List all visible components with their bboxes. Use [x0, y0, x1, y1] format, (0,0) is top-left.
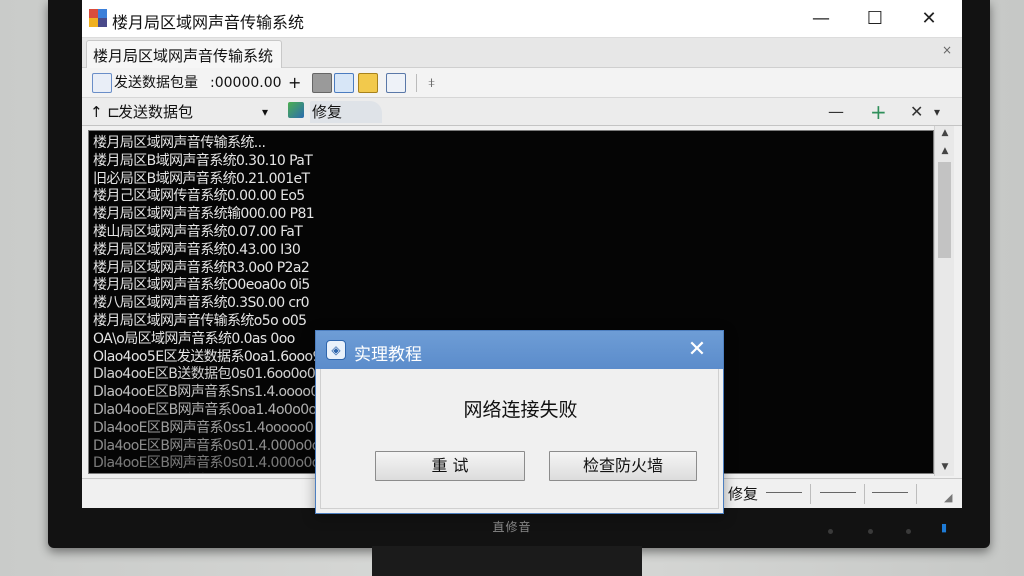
console-line: 楼月局区域网声音传输系统o5o o05: [93, 312, 307, 329]
scroll-up-arrow[interactable]: ▲: [935, 146, 955, 156]
equalizer-icon[interactable]: ⧧: [428, 72, 435, 94]
document-close-icon[interactable]: ×: [942, 43, 952, 57]
send-packet-icon[interactable]: [92, 73, 112, 93]
folder-icon[interactable]: [358, 73, 378, 93]
document-icon[interactable]: [312, 73, 332, 93]
scroll-down-arrow[interactable]: ▼: [935, 462, 955, 472]
console-line: 楼月局区域网声音传输系统...: [93, 135, 266, 151]
maximize-button[interactable]: ☐: [852, 4, 898, 34]
bezel-button[interactable]: [828, 529, 833, 534]
console-line: 楼山局区域网声音系统0.07.00 FaT: [93, 223, 303, 240]
panel-add-button[interactable]: +: [870, 101, 887, 123]
add-icon[interactable]: +: [288, 72, 301, 94]
repair-icon: [288, 102, 304, 118]
send-packet-count-label: 发送数据包量: [114, 75, 198, 91]
dialog-body: 网络连接失败 重 试 检查防火墙: [320, 369, 719, 509]
document-tab[interactable]: 楼月局区域网声音传输系统: [86, 40, 283, 68]
panel-minimize-button[interactable]: —: [828, 101, 844, 123]
dialog-titlebar[interactable]: ◈ 实理教程 ✕: [316, 331, 723, 369]
send-packet-label: 发送数据包: [118, 103, 194, 121]
status-repair-label: 修复: [728, 485, 759, 503]
chevron-down-icon[interactable]: ▾: [262, 101, 268, 123]
retry-button[interactable]: 重 试: [375, 451, 525, 481]
check-firewall-button[interactable]: 检查防火墙: [549, 451, 697, 481]
monitor-stand: [372, 546, 642, 576]
bezel-button[interactable]: [906, 529, 911, 534]
toolbar: 发送数据包量 :00000.00 + ⧧: [82, 68, 962, 98]
status-divider: [810, 484, 811, 504]
scroll-up-arrow[interactable]: ▲: [935, 128, 955, 138]
console-line: 楼月局区域网声音系统输000.00 P81: [93, 206, 315, 223]
panel-close-button[interactable]: ✕: [910, 101, 923, 123]
status-divider: [864, 484, 865, 504]
app-icon: [89, 9, 107, 27]
dialog-message: 网络连接失败: [463, 399, 578, 421]
status-divider: [916, 484, 917, 504]
status-segment: [766, 492, 802, 493]
window-title: 楼月局区域网声音传输系统: [112, 13, 305, 32]
console-line: 楼八局区域网声音系统0.3S0.00 cr0: [93, 295, 310, 312]
panel-close-dropdown[interactable]: ▾: [934, 101, 940, 123]
panel-bar: ↑ ⊏ 发送数据包 ▾ 修复 — + ✕ ▾: [82, 98, 962, 126]
send-packet-count-value: :00000.00: [210, 75, 282, 91]
dialog-title: 实理教程: [354, 345, 422, 365]
error-dialog: ◈ 实理教程 ✕ 网络连接失败 重 试 检查防火墙: [315, 330, 724, 514]
close-button[interactable]: ✕: [906, 4, 952, 34]
repair-tab[interactable]: 修复: [310, 101, 383, 123]
console-line: 楼月局区域网声音系统O0eoa0o 0i5: [93, 277, 310, 294]
clipboard-icon[interactable]: [386, 73, 406, 93]
panel-pin-icon[interactable]: ↑ ⊏: [90, 101, 120, 123]
minimize-button[interactable]: —: [798, 4, 844, 34]
monitor-brand-label: 直修音: [492, 520, 532, 534]
document-tabbar: 楼月局区域网声音传输系统 ×: [82, 38, 962, 68]
bezel-button[interactable]: [868, 529, 873, 534]
console-line: 楼月局区B域网声音系统0.30.10 PaT: [93, 152, 313, 169]
console-line: 楼月己区域网传音系统0.00.00 Eo5: [93, 188, 305, 205]
resize-grip-icon[interactable]: ◢: [944, 491, 956, 504]
dialog-close-button[interactable]: ✕: [682, 335, 712, 365]
console-line: 楼月局区域网声音系统0.43.00 I30: [93, 241, 301, 258]
console-line: 楼月局区域网声音系统R3.0o0 P2a2: [93, 259, 310, 276]
shield-icon: ◈: [326, 340, 346, 360]
console-line: 旧必局区B域网声音系统0.21.001eT: [93, 170, 310, 187]
toolbar-separator: [416, 74, 417, 92]
user-icon[interactable]: [334, 73, 354, 93]
console-scrollbar[interactable]: ▲ ▲ ▼: [934, 126, 954, 476]
status-segment: [872, 492, 908, 493]
status-segment: [820, 492, 856, 493]
window-titlebar[interactable]: 楼月局区域网声音传输系统 — ☐ ✕: [82, 0, 962, 38]
power-button-icon[interactable]: ▮: [941, 522, 951, 534]
scroll-thumb[interactable]: [938, 162, 951, 258]
